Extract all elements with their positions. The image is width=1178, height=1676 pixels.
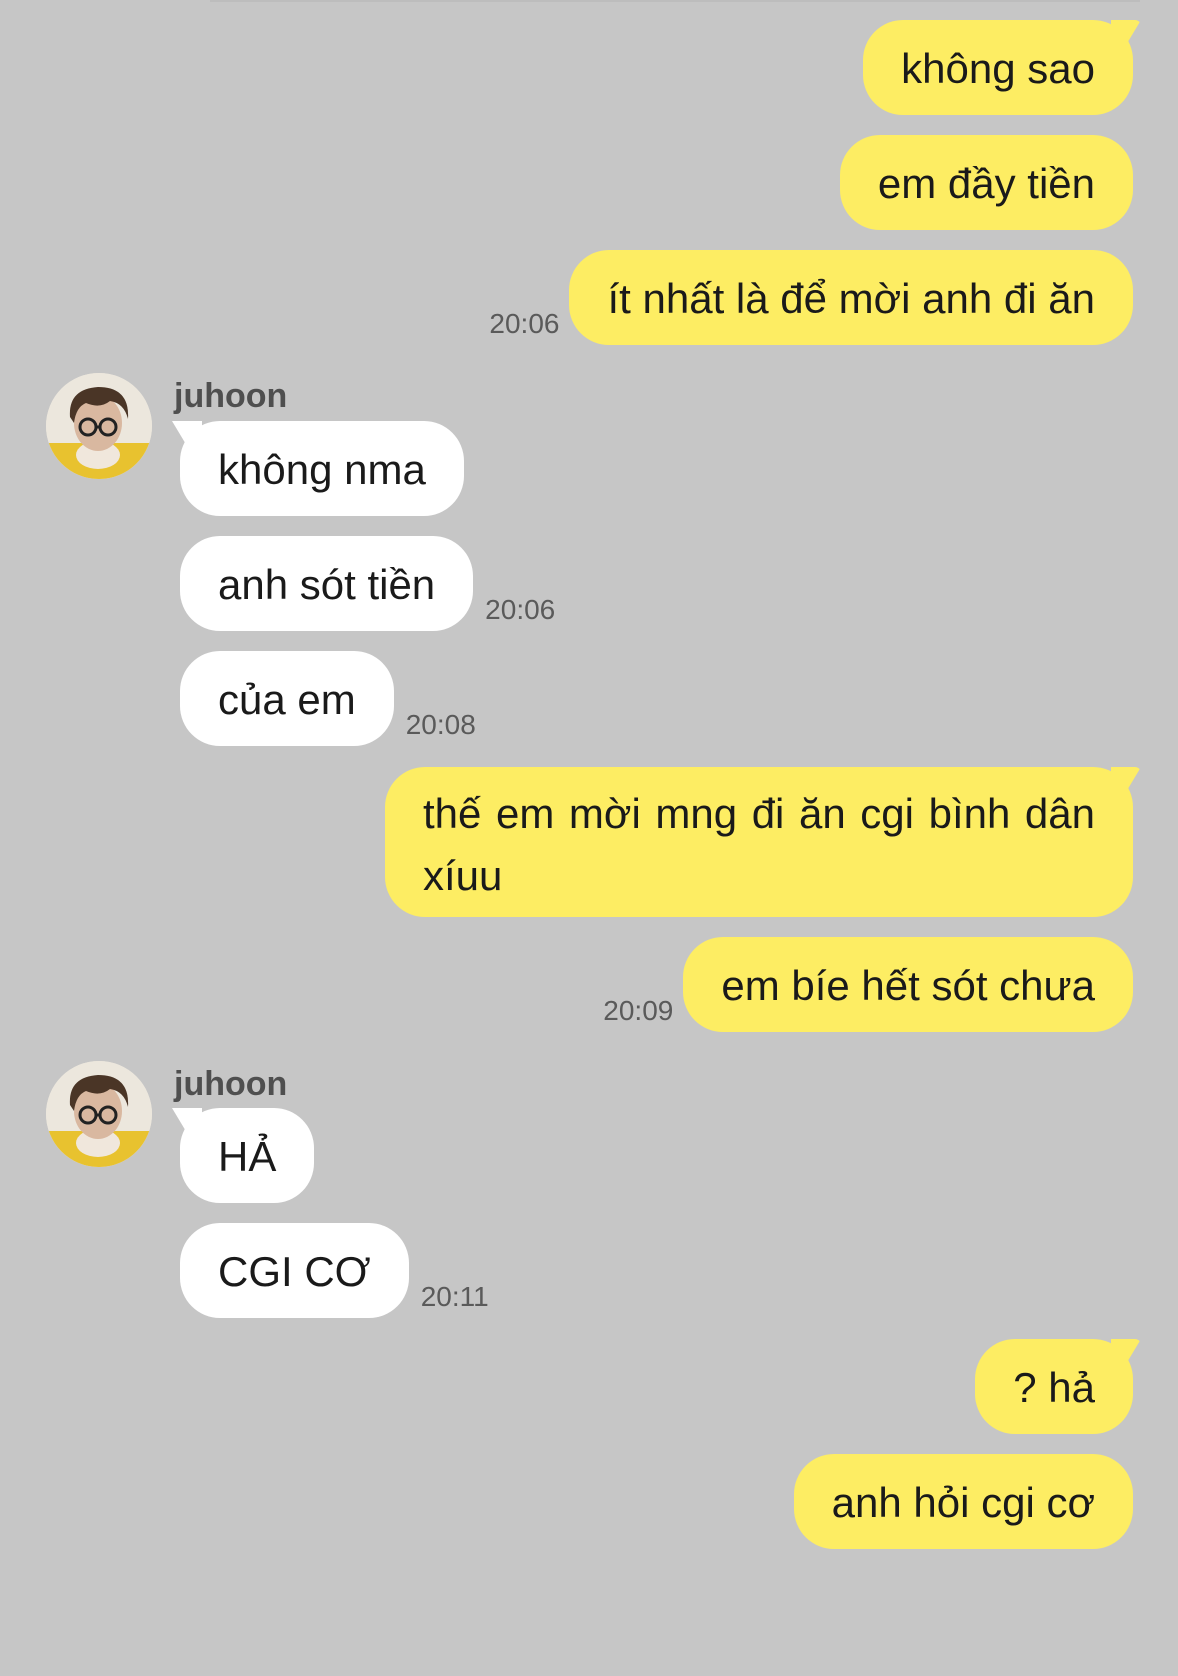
message-timestamp: 20:06 xyxy=(489,308,560,339)
message-bubble-incoming[interactable]: CGI CƠ xyxy=(180,1223,409,1318)
message-row-outgoing: em đầy tiền xyxy=(839,135,1133,230)
message-text: em bíe hết sót chưa xyxy=(721,962,1095,1009)
bubble-tail xyxy=(172,421,202,451)
message-text: không nma xyxy=(218,446,426,493)
bubble-tail xyxy=(1111,20,1141,50)
message-row-incoming: anh sót tiền 20:06 xyxy=(180,536,555,631)
message-bubble-outgoing[interactable]: thế em mời mng đi ăn cgi bình dân xíuu xyxy=(385,767,1141,917)
bubble-tail xyxy=(1111,1339,1141,1369)
message-row-outgoing: 20:06 ít nhất là để mời anh đi ăn xyxy=(489,250,1133,345)
message-text: của em xyxy=(218,676,356,723)
message-row-incoming: CGI CƠ 20:11 xyxy=(180,1223,489,1318)
message-row-outgoing: anh hỏi cgi cơ xyxy=(793,1454,1133,1549)
message-text: ít nhất là để mời anh đi ăn xyxy=(607,275,1095,322)
contact-avatar[interactable] xyxy=(46,1061,152,1167)
chat-area[interactable]: không sao em đầy tiền 20:06 ít nhất là đ… xyxy=(0,0,1178,1676)
message-bubble-outgoing[interactable]: em bíe hết sót chưa xyxy=(683,937,1133,1032)
message-text: CGI CƠ xyxy=(218,1248,371,1295)
message-bubble-outgoing[interactable]: ? hả xyxy=(975,1339,1141,1434)
message-bubble-outgoing[interactable]: ít nhất là để mời anh đi ăn xyxy=(569,250,1133,345)
divider xyxy=(210,0,1140,2)
message-row-outgoing: thế em mời mng đi ăn cgi bình dân xíuu xyxy=(385,767,1141,917)
message-timestamp: 20:11 xyxy=(420,1281,489,1312)
bubble-tail xyxy=(1111,767,1141,797)
message-text: không sao xyxy=(901,45,1095,92)
message-timestamp: 20:06 xyxy=(485,594,556,625)
message-timestamp: 20:09 xyxy=(603,995,674,1026)
message-row-incoming: của em 20:08 xyxy=(180,651,476,746)
sender-name: juhoon xyxy=(174,1065,288,1103)
message-row-outgoing: không sao xyxy=(863,20,1141,115)
message-text: anh sót tiền xyxy=(218,561,436,608)
message-row-incoming: không nma xyxy=(172,421,464,516)
message-bubble-incoming[interactable]: của em xyxy=(180,651,394,746)
avatar-image xyxy=(46,373,152,479)
message-row-outgoing: ? hả xyxy=(975,1339,1141,1434)
sender-name: juhoon xyxy=(174,377,288,415)
message-text: em đầy tiền xyxy=(877,160,1095,207)
bubble-tail xyxy=(172,1108,202,1138)
message-bubble-outgoing[interactable]: em đầy tiền xyxy=(839,135,1133,230)
message-bubble-outgoing[interactable]: anh hỏi cgi cơ xyxy=(793,1454,1133,1549)
message-text: ? hả xyxy=(1013,1364,1095,1411)
message-text: HẢ xyxy=(218,1133,277,1180)
message-bubble-incoming[interactable]: HẢ xyxy=(172,1108,315,1203)
message-bubble-incoming[interactable]: không nma xyxy=(172,421,464,516)
message-timestamp: 20:08 xyxy=(405,709,476,740)
contact-avatar[interactable] xyxy=(46,373,152,479)
message-row-incoming: HẢ xyxy=(172,1108,315,1203)
message-bubble-incoming[interactable]: anh sót tiền xyxy=(180,536,474,631)
message-text: thế em mời mng đi ăn cgi bình dân xíuu xyxy=(423,790,1095,899)
avatar-image xyxy=(46,1061,152,1167)
message-bubble-outgoing[interactable]: không sao xyxy=(863,20,1141,115)
message-row-outgoing: 20:09 em bíe hết sót chưa xyxy=(603,937,1133,1032)
message-text: anh hỏi cgi cơ xyxy=(831,1479,1095,1526)
